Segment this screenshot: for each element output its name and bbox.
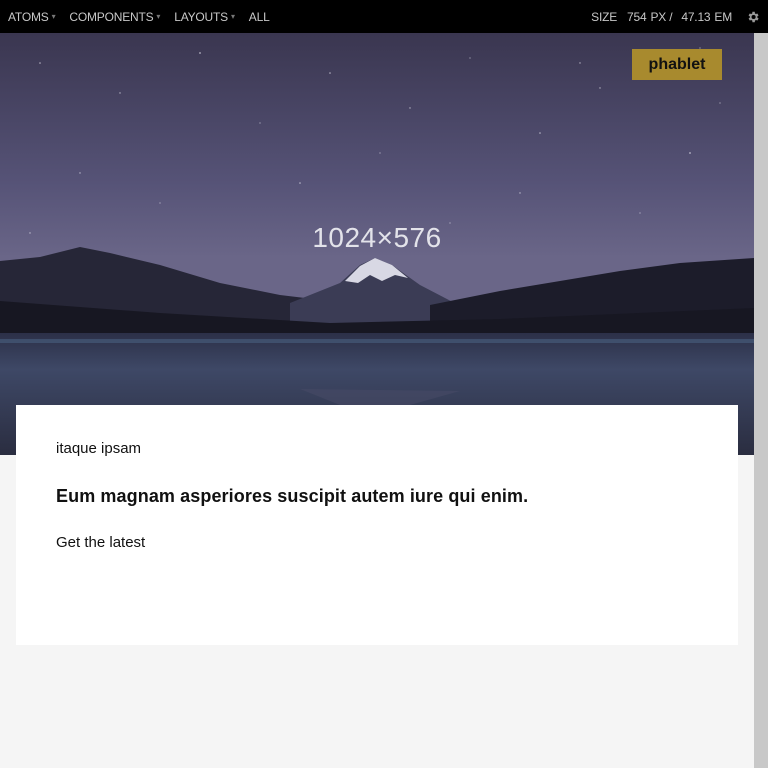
nav-atoms[interactable]: ATOMS ▾ [0,0,62,33]
card-eyebrow: itaque ipsam [56,440,142,457]
gear-icon[interactable] [746,0,768,33]
size-px-unit: PX / [650,9,673,24]
size-px-value[interactable]: 754 [627,10,647,24]
content-card: itaque ipsam Eum magnam asperiores susci… [16,405,738,645]
image-dimensions-label: 1024×576 [312,222,442,253]
nav-components[interactable]: COMPONENTS ▾ [62,0,167,33]
nav-components-label: COMPONENTS [69,9,154,24]
size-label: SIZE [591,9,618,24]
nav-layouts[interactable]: LAYOUTS ▾ [167,0,242,33]
nav-all-label: ALL [248,9,270,24]
chevron-down-icon: ▾ [230,12,235,21]
viewport-size-badge: phablet [632,49,722,80]
viewport-resize-handle[interactable] [754,33,768,768]
nav-layouts-label: LAYOUTS [174,9,228,24]
viewport-size: SIZE 754 PX / 47.13 EM [591,0,768,33]
main-nav: ATOMS ▾ COMPONENTS ▾ LAYOUTS ▾ ALL [0,0,277,33]
card-headline: Eum magnam asperiores suscipit autem iur… [56,486,529,506]
hero-image: 1024×576 phablet [0,33,754,455]
nav-all[interactable]: ALL [242,0,277,33]
chevron-down-icon: ▾ [156,12,161,21]
size-em-value[interactable]: 47.13 [681,10,710,24]
pattern-viewport: 1024×576 phablet itaque ipsam Eum magnam… [0,33,754,768]
get-latest-link[interactable]: Get the latest [56,534,145,551]
size-em-unit: EM [714,9,732,24]
chevron-down-icon: ▾ [51,12,56,21]
nav-atoms-label: ATOMS [8,9,49,24]
pattern-lab-toolbar: ATOMS ▾ COMPONENTS ▾ LAYOUTS ▾ ALL SIZE … [0,0,768,33]
